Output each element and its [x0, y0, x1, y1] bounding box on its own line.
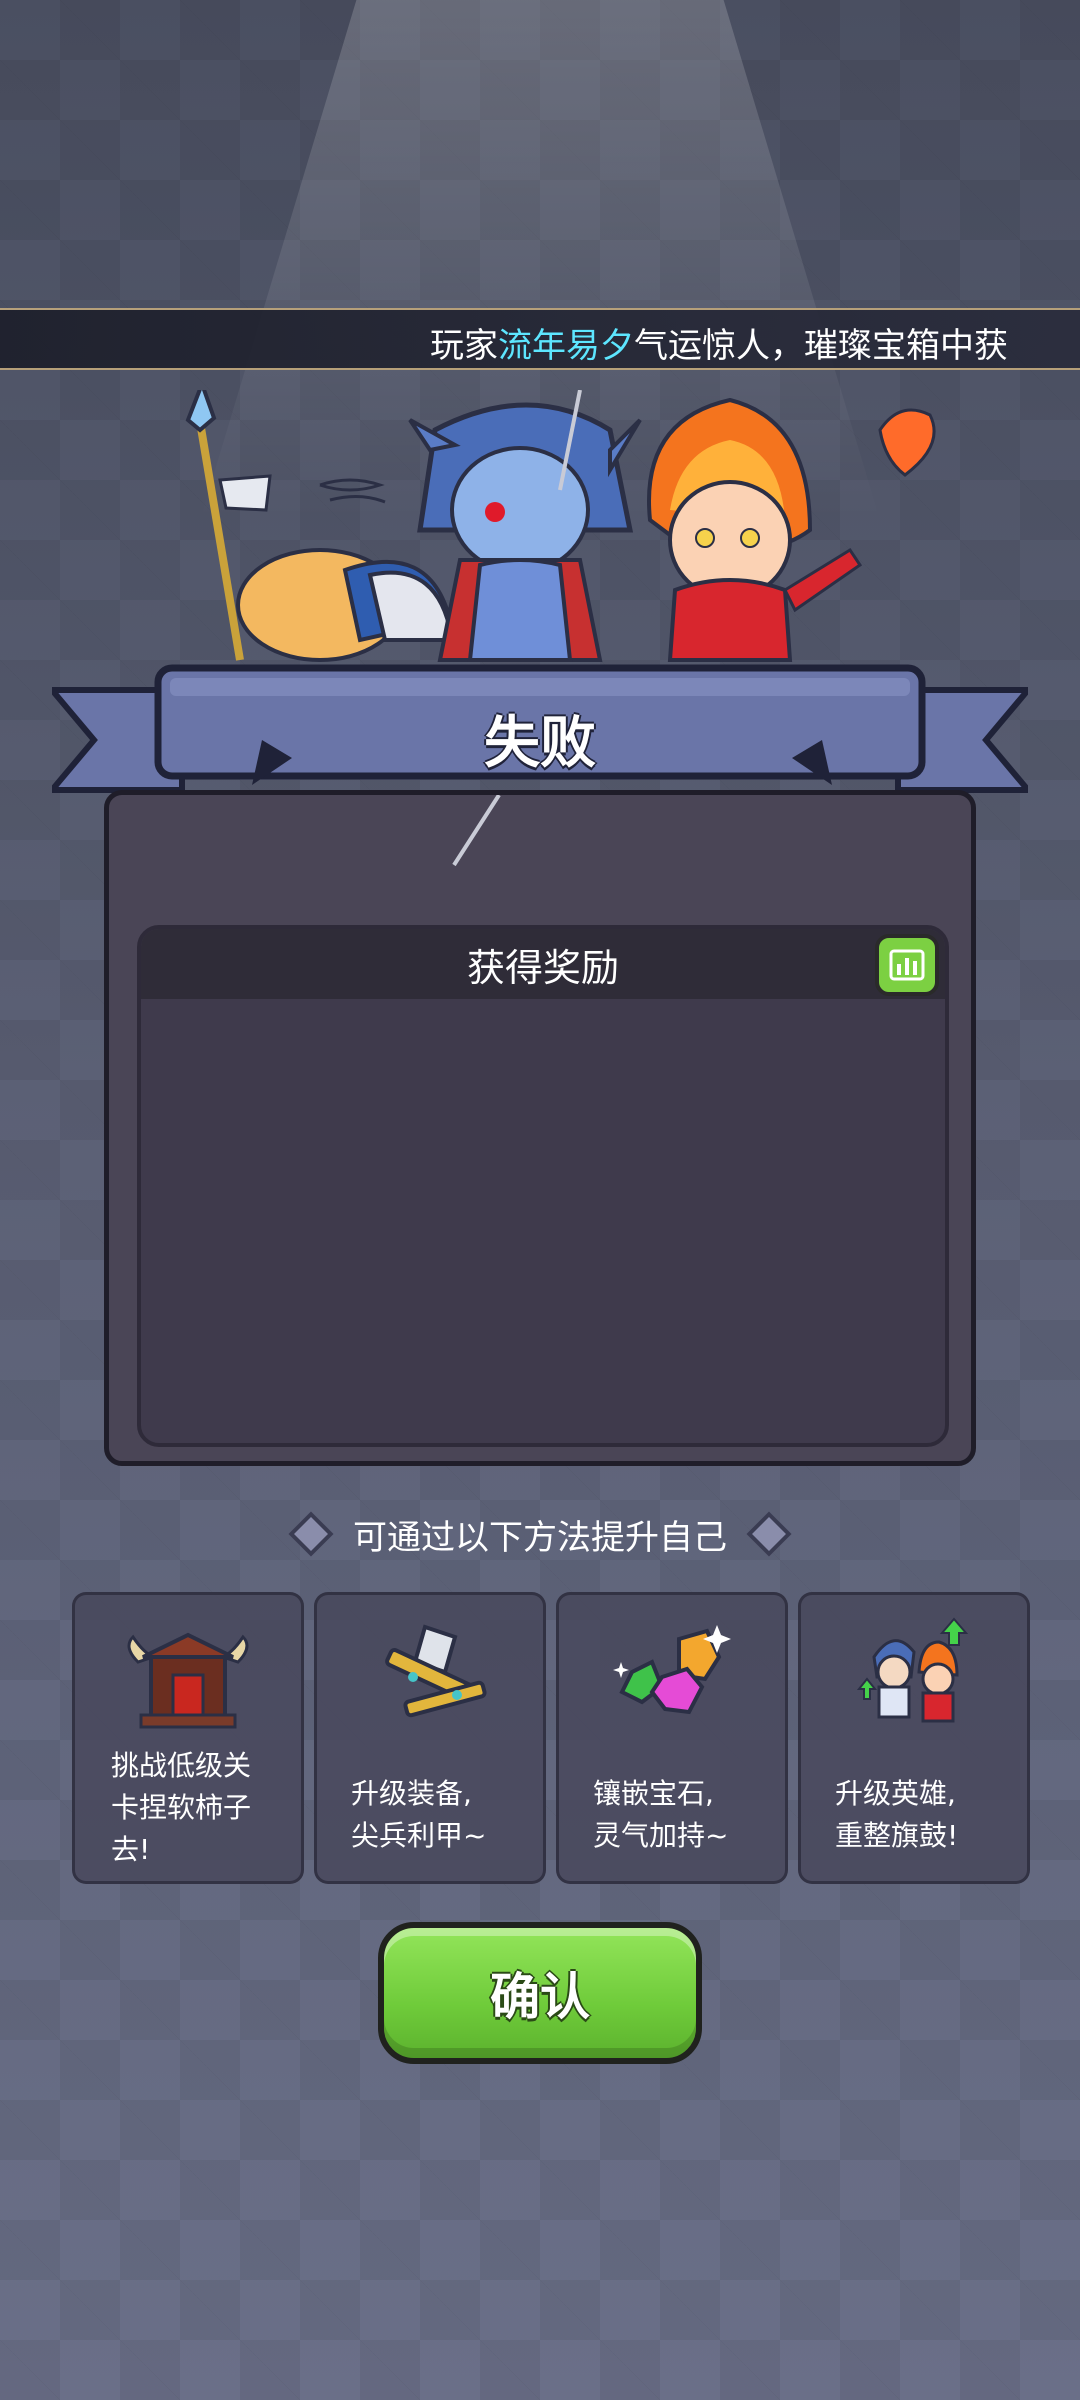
result-banner: 失败 — [52, 660, 1028, 810]
tip-challenge-low-stage[interactable]: 挑战低级关 卡捏软柿子 去! — [72, 1592, 304, 1884]
reward-header: 获得奖励 — [141, 929, 945, 999]
broadcast-marquee: 玩家流年易夕气运惊人，璀璨宝箱中获 — [0, 308, 1080, 370]
broadcast-text: 玩家流年易夕气运惊人，璀璨宝箱中获 — [430, 318, 1008, 367]
knight-hero — [185, 390, 455, 662]
tip-inlay-gems[interactable]: 镶嵌宝石, 灵气加持~ — [556, 1592, 788, 1884]
tip-upgrade-equipment[interactable]: 升级装备, 尖兵利甲~ — [314, 1592, 546, 1884]
diamond-left-icon — [288, 1511, 334, 1557]
broadcast-prefix: 玩家 — [430, 326, 498, 366]
tips-row: 挑战低级关 卡捏软柿子 去! 升级装备, 尖兵利甲~ 镶嵌宝石, 灵气加持~ 升… — [72, 1592, 1030, 1884]
reward-header-label: 获得奖励 — [466, 945, 619, 990]
broadcast-player-name: 流年易夕 — [498, 326, 634, 366]
tip-text: 升级装备, 尖兵利甲~ — [351, 1777, 487, 1852]
hero-upgrade-icon — [856, 1617, 969, 1723]
result-panel: 获得奖励 — [104, 790, 976, 1466]
gate-icon — [127, 1632, 249, 1729]
hint-text: 可通过以下方法提升自己 — [353, 1517, 727, 1558]
gem-icon — [613, 1625, 731, 1715]
bar-chart-icon — [889, 949, 925, 981]
broadcast-suffix: 气运惊人，璀璨宝箱中获 — [634, 326, 1008, 366]
fire-hero — [647, 397, 936, 662]
defeated-heroes-illustration — [185, 390, 936, 662]
tip-text: 镶嵌宝石, 灵气加持~ — [593, 1777, 729, 1852]
panel-crack — [452, 795, 501, 867]
reward-box: 获得奖励 — [137, 925, 949, 1447]
tip-text: 升级英雄, 重整旗鼓! — [835, 1777, 959, 1852]
confirm-label: 确认 — [490, 1968, 590, 2026]
tip-upgrade-heroes[interactable]: 升级英雄, 重整旗鼓! — [798, 1592, 1030, 1884]
confirm-button[interactable]: 确认 — [378, 1922, 702, 2064]
improvement-hint: 可通过以下方法提升自己 — [0, 1508, 1080, 1560]
result-title: 失败 — [484, 711, 596, 776]
diamond-right-icon — [746, 1511, 792, 1557]
equipment-icon — [385, 1624, 487, 1718]
stats-button[interactable] — [875, 934, 939, 996]
tip-text: 挑战低级关 卡捏软柿子 去! — [111, 1749, 252, 1866]
